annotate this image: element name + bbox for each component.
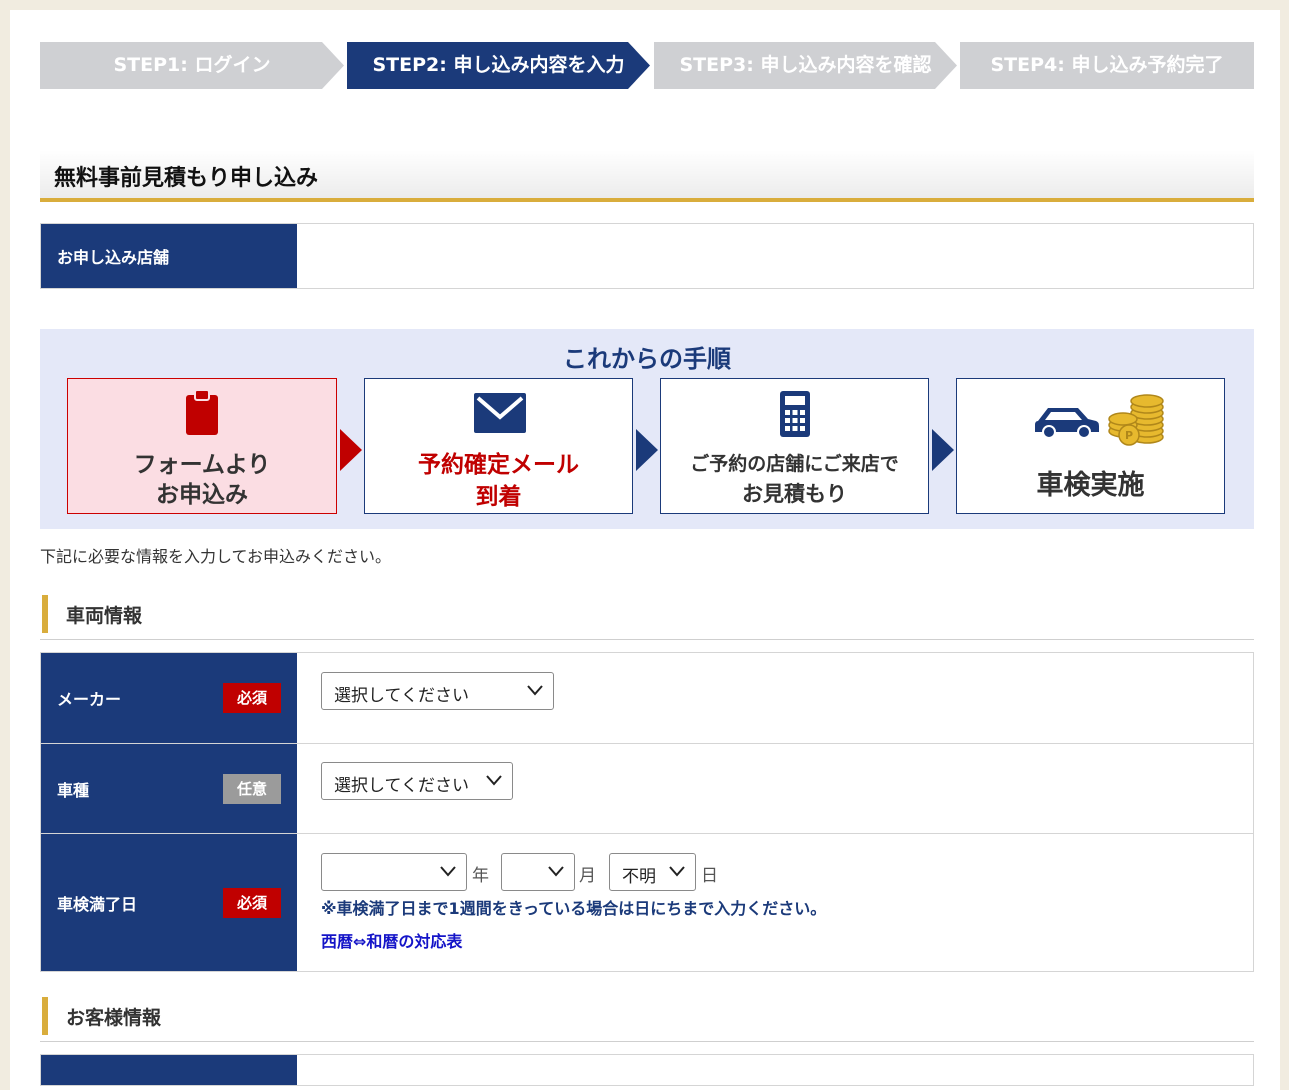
model-select-value: 選択してください xyxy=(334,776,469,796)
clipboard-icon xyxy=(186,389,218,435)
maker-row: メーカー 必須 選択してください xyxy=(41,653,1253,744)
chevron-down-icon xyxy=(440,866,456,877)
mail-icon xyxy=(474,393,526,433)
procedure-step-visit: ご予約の店舗にご来店で お見積もり xyxy=(660,378,929,514)
expiry-note: ※車検満了日まで1週間をきっている場合は日にちまで入力ください。 xyxy=(321,899,827,918)
procedure-step-inspection: P 車検実施 xyxy=(956,378,1225,514)
maker-label-cell: メーカー 必須 xyxy=(41,653,297,743)
step-4: STEP4: 申し込み予約完了 xyxy=(960,42,1254,89)
model-label: 車種 xyxy=(57,780,90,800)
expiry-month-select[interactable] xyxy=(501,853,575,891)
page-panel: STEP1: ログイン STEP2: 申し込み内容を入力 STEP3: 申し込み… xyxy=(10,10,1280,1090)
customer-label-cell xyxy=(41,1055,297,1085)
procedure-step-inspection-label: 車検実施 xyxy=(1036,470,1145,501)
optional-badge: 任意 xyxy=(223,773,281,804)
procedure-panel: これからの手順 フォームより お申込み 予約確定メール 到着 ご予約の店舗にご来… xyxy=(40,329,1254,529)
page-title-bar: 無料事前見積もり申し込み xyxy=(40,150,1254,202)
month-unit: 月 xyxy=(579,866,596,886)
car-icon xyxy=(1035,408,1099,439)
vehicle-section-title: 車両情報 xyxy=(66,605,143,627)
intro-text: 下記に必要な情報を入力してお申込みください。 xyxy=(40,547,392,566)
procedure-step-form-line2: お申込み xyxy=(156,482,248,508)
procedure-step-mail: 予約確定メール 到着 xyxy=(364,378,633,514)
procedure-step-visit-line2: お見積もり xyxy=(742,482,847,506)
expiry-year-select[interactable] xyxy=(321,853,467,891)
procedure-title: これからの手順 xyxy=(563,345,731,373)
vehicle-form-table: メーカー 必須 選択してください 車種 任意 選択してください 車検満了日 必須 xyxy=(40,652,1254,972)
calendar-conversion-link[interactable]: 西暦⇔和暦の対応表 xyxy=(321,928,462,952)
year-unit: 年 xyxy=(472,866,489,886)
expiry-row: 車検満了日 必須 年 月 不明 日 ※車検満了日まで1週間をきっている場合は日に… xyxy=(41,834,1253,971)
expiry-day-select[interactable]: 不明 xyxy=(609,853,696,891)
chevron-down-icon xyxy=(527,685,543,696)
arrow-right-icon xyxy=(340,429,362,471)
vehicle-section-heading: 車両情報 xyxy=(40,595,1254,640)
step-2: STEP2: 申し込み内容を入力 xyxy=(347,42,650,89)
customer-section-heading: お客様情報 xyxy=(40,997,1254,1042)
step-1: STEP1: ログイン xyxy=(40,42,344,89)
expiry-day-value: 不明 xyxy=(622,867,656,887)
maker-label: メーカー xyxy=(57,690,122,709)
store-label-cell: お申し込み店舗 xyxy=(41,224,297,288)
expiry-label: 車検満了日 xyxy=(57,894,138,914)
procedure-step-form: フォームより お申込み xyxy=(67,378,337,514)
customer-form-first-row xyxy=(40,1054,1254,1086)
required-badge: 必須 xyxy=(223,887,281,918)
store-label: お申し込み店舗 xyxy=(57,248,170,267)
step-3: STEP3: 申し込み内容を確認 xyxy=(654,42,957,89)
required-badge: 必須 xyxy=(223,683,281,713)
maker-select[interactable]: 選択してください xyxy=(321,672,554,710)
calculator-icon xyxy=(780,391,810,437)
model-select[interactable]: 選択してください xyxy=(321,762,513,800)
coins-icon: P xyxy=(1108,394,1164,446)
procedure-step-mail-line1: 予約確定メール xyxy=(418,452,579,478)
procedure-step-mail-line2: 到着 xyxy=(475,484,522,510)
maker-select-value: 選択してください xyxy=(334,686,469,706)
step-indicator: STEP1: ログイン STEP2: 申し込み内容を入力 STEP3: 申し込み… xyxy=(40,42,1254,89)
model-row: 車種 任意 選択してください xyxy=(41,744,1253,834)
arrow-right-icon xyxy=(932,429,954,471)
heading-accent-bar xyxy=(42,595,48,633)
page-title: 無料事前見積もり申し込み xyxy=(54,166,319,191)
procedure-step-visit-line1: ご予約の店舗にご来店で xyxy=(690,453,899,475)
procedure-step-form-line1: フォームより xyxy=(133,452,271,478)
heading-accent-bar xyxy=(42,997,48,1035)
expiry-label-cell: 車検満了日 必須 xyxy=(41,834,297,971)
chevron-down-icon xyxy=(486,775,502,786)
chevron-down-icon xyxy=(548,866,564,877)
store-row: お申し込み店舗 xyxy=(40,223,1254,289)
arrow-right-icon xyxy=(636,429,658,471)
model-label-cell: 車種 任意 xyxy=(41,744,297,833)
chevron-down-icon xyxy=(669,866,685,877)
day-unit: 日 xyxy=(701,866,718,886)
svg-text:P: P xyxy=(1125,429,1133,442)
customer-section-title: お客様情報 xyxy=(66,1007,162,1029)
